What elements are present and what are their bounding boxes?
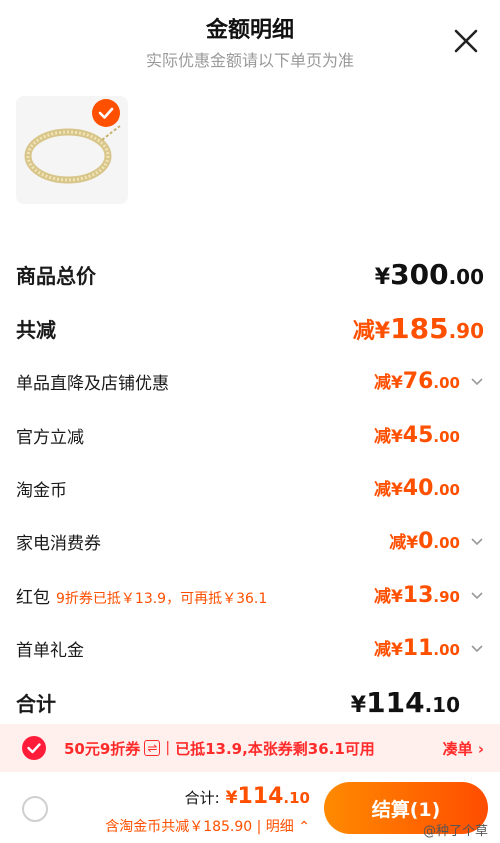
row-taojinbi: 淘金币 减¥ 40.00 — [16, 475, 484, 501]
row-total-price: 商品总价 ¥300.00 — [16, 258, 484, 291]
row-label: 淘金币 — [16, 480, 67, 501]
row-hongbao[interactable]: 红包 9折券已抵￥13.9，可再抵￥36.1 减¥ 13.90 — [16, 582, 484, 608]
row-amount: 减¥ 13.90 — [374, 582, 484, 608]
row-official: 官方立减 减¥ 45.00 — [16, 422, 484, 448]
row-amount: 减¥ 0.00 — [389, 528, 484, 554]
row-label: 首单礼金 — [16, 640, 84, 661]
row-first-order[interactable]: 首单礼金 减¥ 11.00 — [16, 635, 484, 661]
close-icon[interactable] — [452, 27, 480, 55]
footer-discount-detail[interactable]: 含淘金币共减￥185.90 | 明细 ⌃ — [105, 816, 310, 836]
row-sum: 合计 ¥114.10 — [16, 686, 484, 719]
row-label: 家电消费券 — [16, 533, 101, 554]
row-label: 红包 — [16, 587, 50, 608]
row-amount: 减¥ 11.00 — [374, 635, 484, 661]
row-amount: ¥114.10 — [350, 686, 460, 719]
chevron-down-icon[interactable] — [470, 534, 484, 548]
row-label: 官方立减 — [16, 427, 84, 448]
chevron-down-icon[interactable] — [470, 588, 484, 602]
row-direct-discount[interactable]: 单品直降及店铺优惠 减¥ 76.00 — [16, 368, 484, 394]
row-label: 单品直降及店铺优惠 — [16, 373, 169, 394]
hongbao-note: 9折券已抵￥13.9，可再抵￥36.1 — [56, 590, 268, 607]
add-items-link[interactable]: 凑单 › — [443, 738, 484, 759]
row-amount: 减¥ 45.00 — [373, 423, 460, 448]
row-label: 商品总价 — [16, 264, 96, 288]
row-amount: 减¥ 185.90 — [352, 312, 484, 345]
watermark: @种了个草 — [422, 824, 488, 839]
row-label-group: 红包 9折券已抵￥13.9，可再抵￥36.1 — [16, 583, 267, 608]
row-amount: ¥300.00 — [374, 258, 484, 291]
coupon-detail: 已抵13.9,本张券剩36.1可用 — [175, 739, 375, 758]
select-all-radio[interactable] — [22, 796, 48, 822]
chevron-down-icon[interactable] — [470, 641, 484, 655]
row-label: 共减 — [16, 318, 56, 342]
footer-total-amount: ¥114.10 — [225, 784, 310, 809]
selected-check-icon[interactable] — [92, 99, 120, 127]
header: 金额明细 实际优惠金额请以下单页为准 — [0, 0, 500, 80]
row-amount: 减¥ 40.00 — [373, 476, 460, 501]
coupon-bar[interactable]: 50元9折券 ⇌ | 已抵13.9,本张券剩36.1可用 凑单 › — [0, 724, 500, 772]
swap-icon[interactable]: ⇌ — [144, 740, 161, 756]
coupon-title: 50元9折券 — [64, 739, 141, 758]
row-appliance[interactable]: 家电消费券 减¥ 0.00 — [16, 528, 484, 554]
coupon-check-icon[interactable] — [22, 736, 46, 760]
page-title: 金额明细 — [205, 18, 294, 43]
coupon-divider: | — [165, 740, 171, 756]
row-total-reduce: 共减 减¥ 185.90 — [16, 312, 484, 345]
checkout-footer: 合计: ¥114.10 含淘金币共减￥185.90 | 明细 ⌃ 结算(1) @… — [0, 772, 500, 843]
row-amount: 减¥ 76.00 — [374, 368, 484, 394]
footer-total: 合计: ¥114.10 — [185, 784, 310, 809]
row-label: 合计 — [16, 692, 56, 716]
footer-total-label: 合计: — [184, 789, 220, 807]
page-subtitle: 实际优惠金额请以下单页为准 — [145, 51, 354, 70]
chevron-down-icon[interactable] — [470, 374, 484, 388]
